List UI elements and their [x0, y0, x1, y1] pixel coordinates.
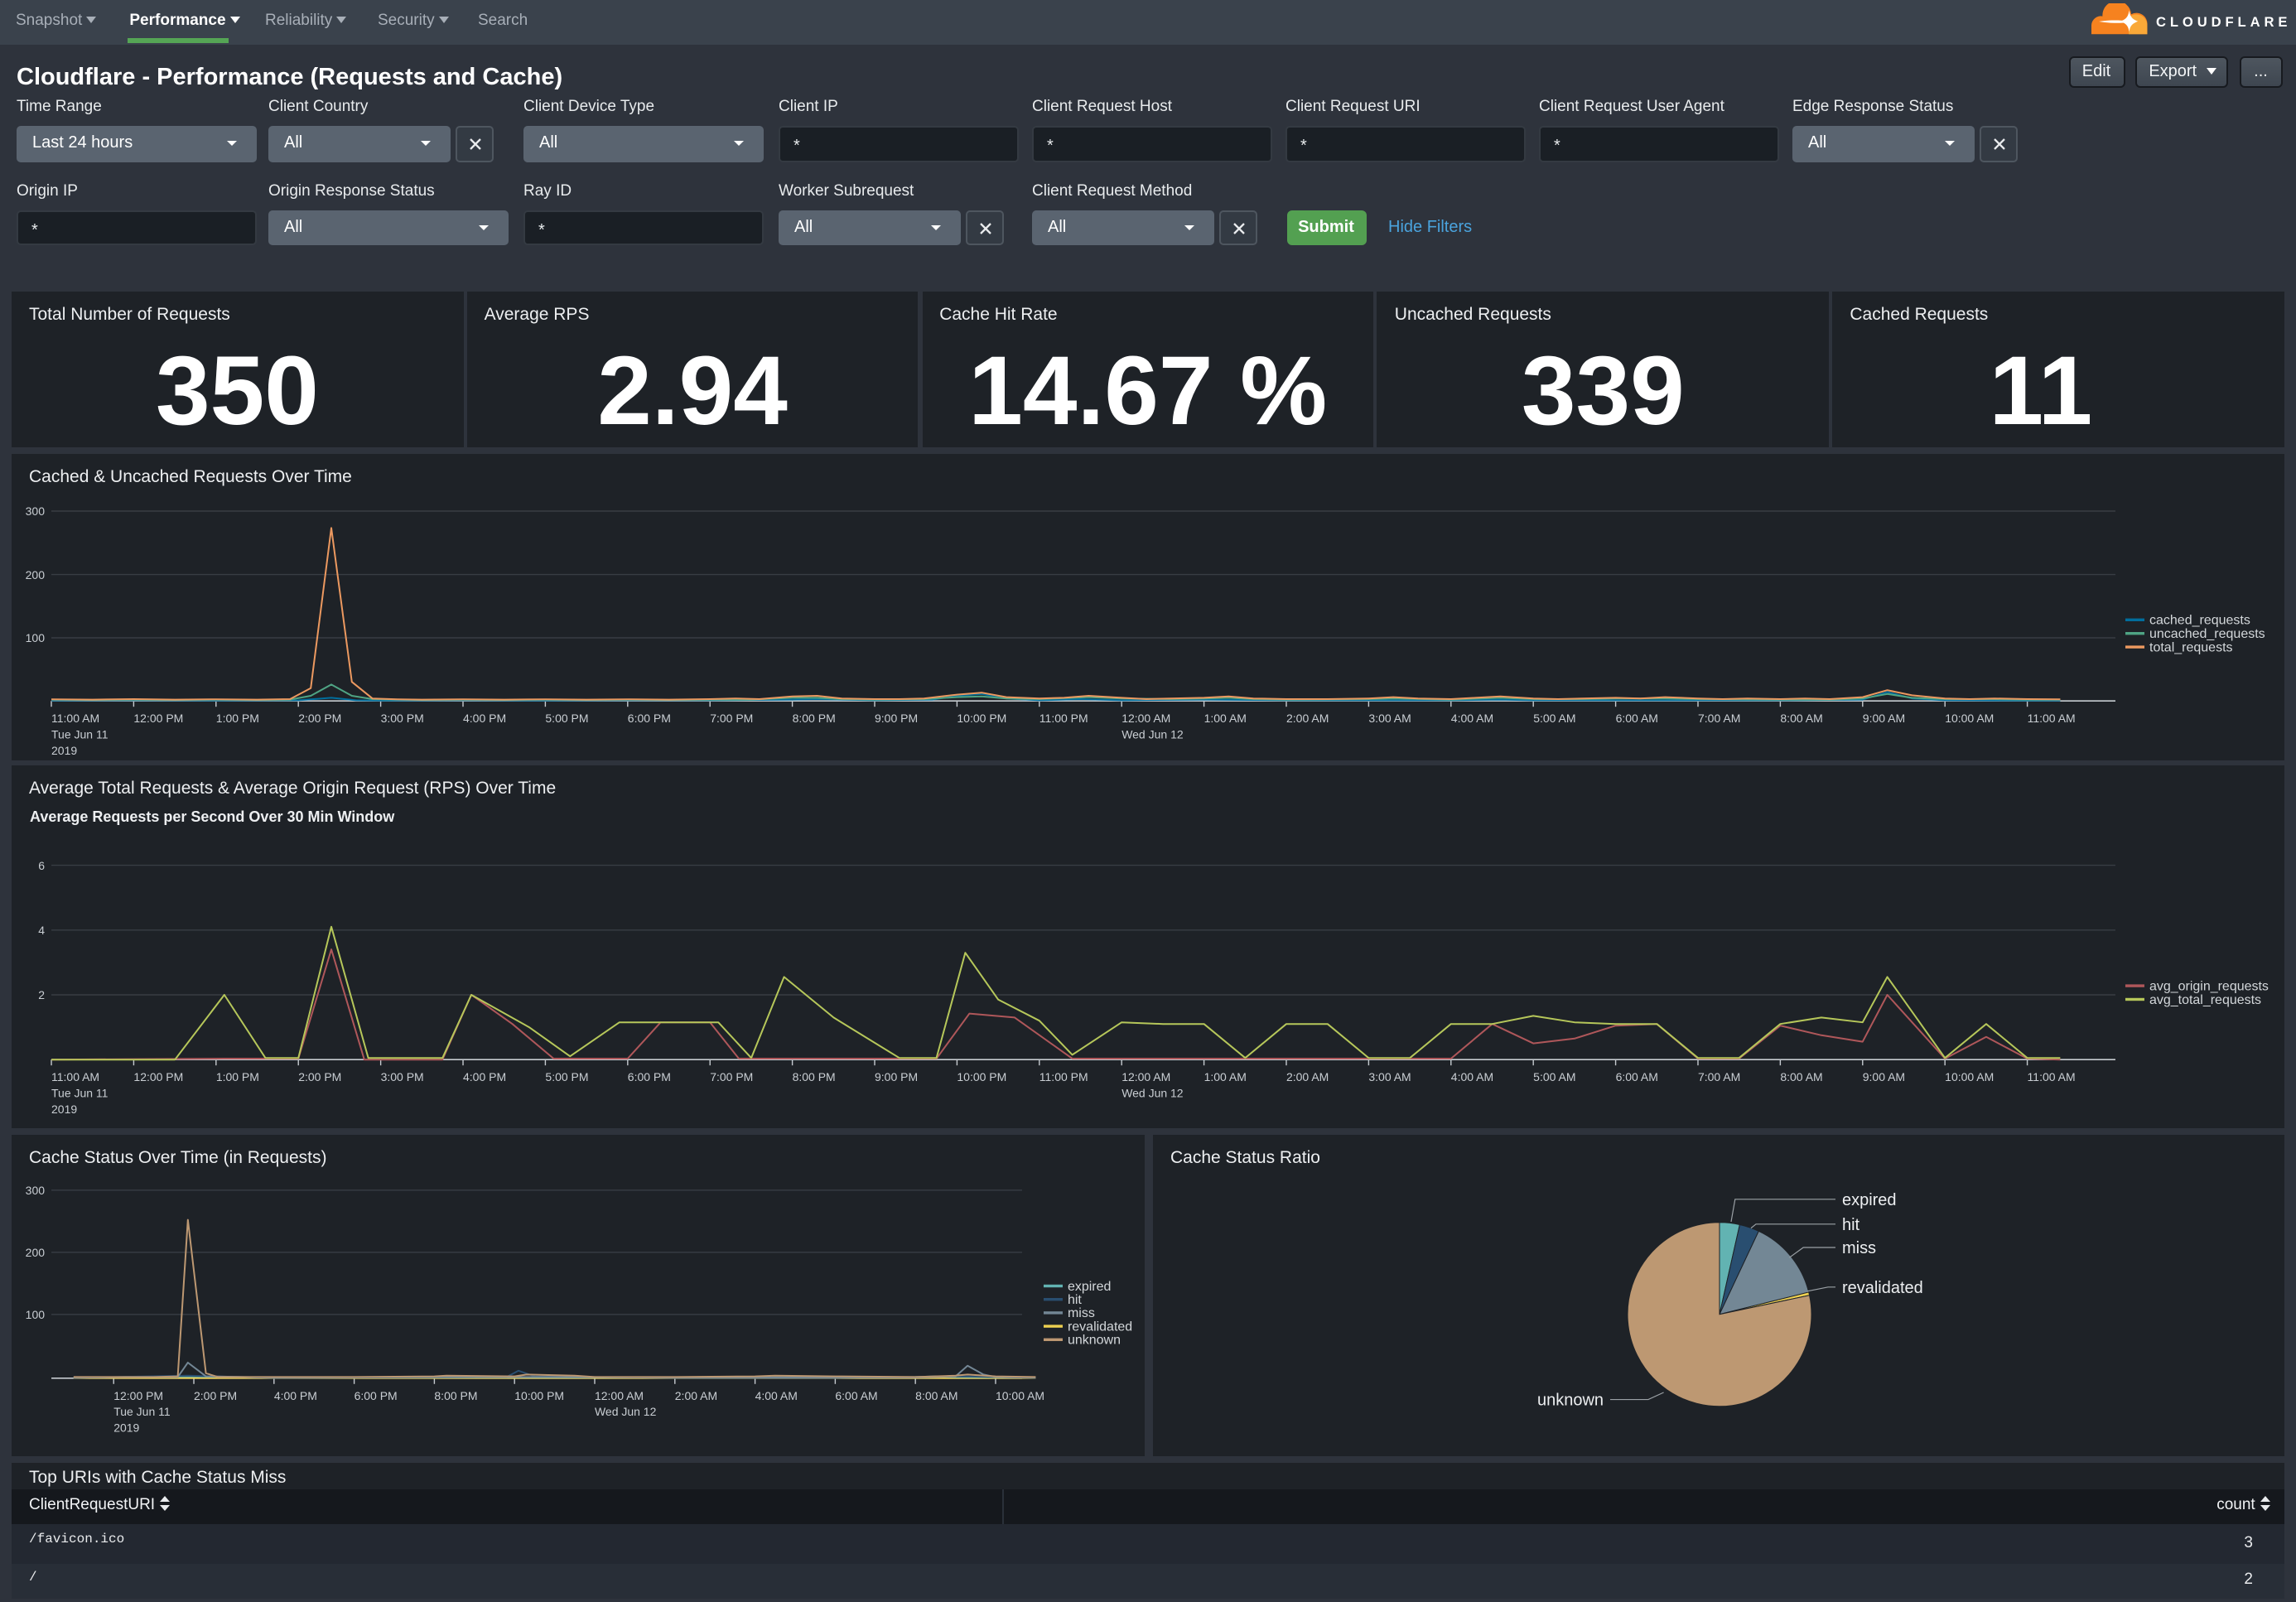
svg-text:2:00 PM: 2:00 PM: [298, 1071, 341, 1084]
svg-text:4:00 AM: 4:00 AM: [755, 1388, 798, 1402]
svg-text:12:00 AM: 12:00 AM: [1121, 1071, 1170, 1084]
svg-text:5:00 PM: 5:00 PM: [545, 1071, 588, 1084]
svg-text:10:00 PM: 10:00 PM: [957, 1071, 1006, 1084]
svg-text:5:00 AM: 5:00 AM: [1533, 1071, 1575, 1084]
svg-text:10:00 AM: 10:00 AM: [1945, 711, 1994, 724]
svg-text:10:00 PM: 10:00 PM: [957, 711, 1006, 724]
svg-text:300: 300: [26, 1183, 46, 1196]
svg-text:11:00 PM: 11:00 PM: [1039, 1071, 1088, 1084]
svg-text:2019: 2019: [51, 1103, 77, 1117]
svg-text:7:00 AM: 7:00 AM: [1698, 1071, 1740, 1084]
svg-text:expired: expired: [1068, 1279, 1111, 1293]
svg-text:11:00 AM: 11:00 AM: [51, 1071, 99, 1084]
svg-text:1:00 PM: 1:00 PM: [216, 1071, 259, 1084]
svg-text:2019: 2019: [51, 743, 77, 756]
svg-text:12:00 PM: 12:00 PM: [113, 1388, 163, 1402]
svg-text:4:00 PM: 4:00 PM: [463, 711, 506, 724]
svg-text:hit: hit: [1068, 1292, 1082, 1306]
svg-text:8:00 PM: 8:00 PM: [793, 1071, 836, 1084]
svg-text:200: 200: [26, 567, 46, 581]
svg-text:8:00 AM: 8:00 AM: [1780, 1071, 1822, 1084]
svg-text:100: 100: [26, 1307, 46, 1320]
svg-text:uncached_requests: uncached_requests: [2149, 626, 2265, 640]
svg-text:200: 200: [26, 1245, 46, 1258]
svg-text:10:00 AM: 10:00 AM: [996, 1388, 1044, 1402]
svg-text:1:00 PM: 1:00 PM: [216, 711, 259, 724]
svg-text:3:00 AM: 3:00 AM: [1368, 711, 1411, 724]
svg-text:12:00 AM: 12:00 AM: [1121, 711, 1170, 724]
svg-text:2:00 PM: 2:00 PM: [194, 1388, 237, 1402]
svg-text:8:00 PM: 8:00 PM: [793, 711, 836, 724]
svg-text:3:00 PM: 3:00 PM: [381, 1071, 424, 1084]
svg-text:7:00 PM: 7:00 PM: [710, 1071, 753, 1084]
svg-text:1:00 AM: 1:00 AM: [1204, 711, 1247, 724]
svg-text:expired: expired: [1842, 1190, 1897, 1209]
svg-text:8:00 PM: 8:00 PM: [434, 1388, 477, 1402]
svg-text:6:00 AM: 6:00 AM: [1616, 711, 1658, 724]
svg-text:cached_requests: cached_requests: [2149, 613, 2250, 627]
svg-text:2019: 2019: [113, 1421, 139, 1434]
svg-text:6:00 PM: 6:00 PM: [628, 1071, 671, 1084]
svg-text:6:00 AM: 6:00 AM: [1616, 1071, 1658, 1084]
svg-text:8:00 AM: 8:00 AM: [915, 1388, 957, 1402]
svg-text:avg_origin_requests: avg_origin_requests: [2149, 980, 2269, 994]
svg-text:2:00 AM: 2:00 AM: [1286, 1071, 1329, 1084]
svg-text:unknown: unknown: [1068, 1333, 1121, 1347]
svg-text:3:00 PM: 3:00 PM: [381, 711, 424, 724]
svg-text:6:00 PM: 6:00 PM: [628, 711, 671, 724]
svg-text:miss: miss: [1068, 1305, 1095, 1320]
svg-text:6:00 AM: 6:00 AM: [835, 1388, 877, 1402]
svg-text:7:00 AM: 7:00 AM: [1698, 711, 1740, 724]
svg-text:9:00 AM: 9:00 AM: [1863, 711, 1905, 724]
svg-text:10:00 PM: 10:00 PM: [514, 1388, 564, 1402]
svg-text:6: 6: [38, 860, 45, 873]
svg-text:revalidated: revalidated: [1842, 1278, 1923, 1296]
svg-text:9:00 PM: 9:00 PM: [875, 711, 918, 724]
svg-text:Wed Jun 12: Wed Jun 12: [1121, 1087, 1184, 1100]
svg-text:7:00 PM: 7:00 PM: [710, 711, 753, 724]
svg-text:11:00 PM: 11:00 PM: [1039, 711, 1088, 724]
svg-text:100: 100: [26, 630, 46, 644]
svg-text:4:00 PM: 4:00 PM: [463, 1071, 506, 1084]
svg-text:Tue Jun 11: Tue Jun 11: [113, 1404, 171, 1417]
svg-text:2:00 PM: 2:00 PM: [298, 711, 341, 724]
svg-text:CLOUDFLARE: CLOUDFLARE: [2155, 14, 2290, 30]
svg-text:12:00 PM: 12:00 PM: [133, 1071, 183, 1084]
svg-text:11:00 AM: 11:00 AM: [2028, 711, 2076, 724]
svg-text:unknown: unknown: [1537, 1391, 1604, 1409]
svg-text:Tue Jun 11: Tue Jun 11: [51, 1087, 109, 1100]
svg-text:Wed Jun 12: Wed Jun 12: [595, 1404, 657, 1417]
svg-text:1:00 AM: 1:00 AM: [1204, 1071, 1247, 1084]
svg-text:avg_total_requests: avg_total_requests: [2149, 994, 2261, 1008]
svg-text:2: 2: [38, 989, 45, 1002]
svg-text:3:00 AM: 3:00 AM: [1368, 1071, 1411, 1084]
svg-text:5:00 AM: 5:00 AM: [1533, 711, 1575, 724]
svg-text:5:00 PM: 5:00 PM: [545, 711, 588, 724]
svg-text:Tue Jun 11: Tue Jun 11: [51, 727, 109, 741]
svg-text:2:00 AM: 2:00 AM: [675, 1388, 717, 1402]
svg-text:miss: miss: [1842, 1238, 1876, 1257]
svg-text:total_requests: total_requests: [2149, 639, 2233, 654]
svg-text:Wed Jun 12: Wed Jun 12: [1121, 727, 1184, 741]
svg-text:8:00 AM: 8:00 AM: [1780, 711, 1822, 724]
svg-text:12:00 AM: 12:00 AM: [595, 1388, 644, 1402]
svg-text:300: 300: [26, 504, 46, 517]
svg-text:4: 4: [38, 924, 45, 938]
svg-text:revalidated: revalidated: [1068, 1320, 1132, 1334]
svg-text:4:00 PM: 4:00 PM: [274, 1388, 317, 1402]
svg-text:6:00 PM: 6:00 PM: [355, 1388, 398, 1402]
svg-text:10:00 AM: 10:00 AM: [1945, 1071, 1994, 1084]
svg-text:11:00 AM: 11:00 AM: [2028, 1071, 2076, 1084]
svg-text:9:00 PM: 9:00 PM: [875, 1071, 918, 1084]
svg-text:12:00 PM: 12:00 PM: [133, 711, 183, 724]
svg-text:9:00 AM: 9:00 AM: [1863, 1071, 1905, 1084]
svg-text:11:00 AM: 11:00 AM: [51, 711, 99, 724]
svg-text:4:00 AM: 4:00 AM: [1451, 1071, 1493, 1084]
svg-text:4:00 AM: 4:00 AM: [1451, 711, 1493, 724]
svg-text:hit: hit: [1842, 1215, 1860, 1233]
svg-text:2:00 AM: 2:00 AM: [1286, 711, 1329, 724]
